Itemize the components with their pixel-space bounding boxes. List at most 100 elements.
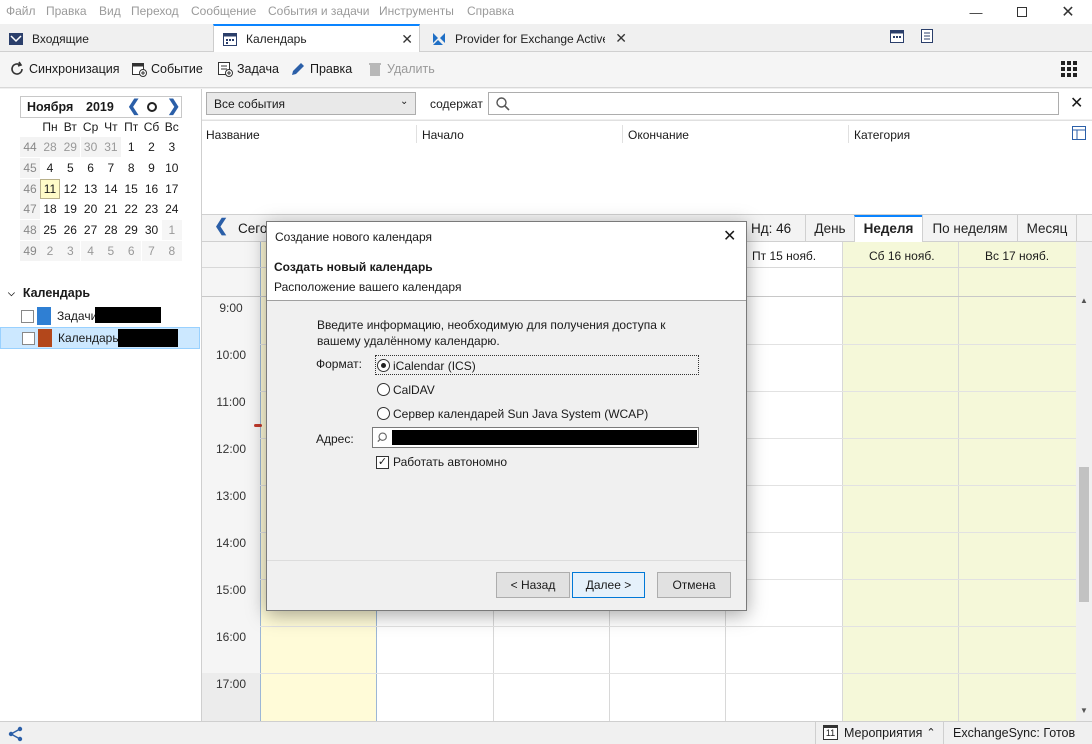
tab-multiweek-view[interactable]: По неделям xyxy=(922,215,1017,242)
mini-calendar-day[interactable]: 27 xyxy=(81,220,101,240)
mini-calendar-day[interactable]: 10 xyxy=(162,158,182,178)
calendar-checkbox[interactable] xyxy=(22,332,35,345)
new-task-button[interactable]: Задача xyxy=(217,61,279,77)
column-title[interactable]: Название xyxy=(206,128,260,142)
tab-close-icon[interactable]: ✕ xyxy=(401,31,413,48)
day-header[interactable]: Пт 15 нояб. xyxy=(752,249,816,263)
mini-calendar-day[interactable]: 30 xyxy=(80,137,101,157)
day-header[interactable]: Вс 17 нояб. xyxy=(985,249,1049,263)
mini-calendar-day[interactable]: 22 xyxy=(121,199,141,219)
filter-select[interactable]: Все события ⌄ xyxy=(206,92,416,115)
tab-week-view[interactable]: Неделя xyxy=(854,215,922,242)
day-header[interactable]: Сб 16 нояб. xyxy=(869,249,935,263)
mini-calendar-day[interactable]: 31 xyxy=(100,137,121,157)
mini-calendar-day[interactable]: 26 xyxy=(60,220,80,240)
menu-go[interactable]: Переход xyxy=(131,4,179,18)
maximize-button[interactable] xyxy=(999,0,1045,24)
menu-tools[interactable]: Инструменты xyxy=(379,4,454,18)
calendar-item-tasks[interactable]: Задачи xyxy=(0,305,200,327)
mini-calendar-day[interactable]: 2 xyxy=(40,241,60,261)
dialog-close-icon[interactable]: ✕ xyxy=(723,226,736,246)
mini-calendar-day[interactable]: 21 xyxy=(101,199,121,219)
column-picker-icon[interactable] xyxy=(1071,125,1087,141)
back-button[interactable]: < Назад xyxy=(496,572,570,598)
calendar-mode-button[interactable] xyxy=(889,28,905,47)
edit-button[interactable]: Правка xyxy=(290,61,352,77)
tab-day-view[interactable]: День xyxy=(805,215,854,242)
mini-calendar-day[interactable]: 7 xyxy=(101,158,121,178)
mini-calendar-day[interactable]: 3 xyxy=(162,137,182,157)
mini-calendar-year[interactable]: 2019 xyxy=(86,100,114,114)
new-event-button[interactable]: Событие xyxy=(131,61,203,77)
mini-calendar-day[interactable]: 29 xyxy=(60,137,81,157)
tab-month-view[interactable]: Месяц xyxy=(1017,215,1077,242)
format-option-wcap[interactable]: Сервер календарей Sun Java System (WCAP) xyxy=(375,403,675,423)
app-menu-button[interactable] xyxy=(1061,61,1077,80)
mini-calendar-day[interactable]: 1 xyxy=(161,220,182,241)
mini-calendar-day[interactable]: 14 xyxy=(101,179,121,199)
mini-calendar-day[interactable]: 16 xyxy=(142,179,162,199)
mini-calendar-day[interactable]: 25 xyxy=(40,220,60,240)
mini-calendar-day[interactable]: 28 xyxy=(101,220,121,240)
mini-calendar-day[interactable]: 11 xyxy=(40,178,60,199)
events-today-toggle[interactable]: 11 Мероприятия ⌃ xyxy=(823,725,936,740)
mini-calendar-day[interactable]: 3 xyxy=(60,241,81,261)
menu-message[interactable]: Сообщение xyxy=(191,4,256,18)
column-end[interactable]: Окончание xyxy=(628,128,689,142)
mini-calendar-day[interactable]: 9 xyxy=(142,158,162,178)
grid-scrollbar[interactable]: ▲ ▼ xyxy=(1076,242,1092,721)
mini-calendar-day[interactable]: 17 xyxy=(162,179,182,199)
mini-calendar-day[interactable]: 8 xyxy=(121,158,141,178)
address-input[interactable] xyxy=(372,427,699,448)
mini-calendar-month[interactable]: Ноября xyxy=(27,100,73,114)
sync-button[interactable]: Синхронизация xyxy=(9,61,120,77)
mini-calendar-day[interactable]: 8 xyxy=(161,241,182,261)
radio-ics[interactable] xyxy=(377,359,390,372)
menu-events-tasks[interactable]: События и задачи xyxy=(268,4,369,18)
column-start[interactable]: Начало xyxy=(422,128,464,142)
radio-wcap[interactable] xyxy=(377,407,390,420)
menu-edit[interactable]: Правка xyxy=(46,4,87,18)
mini-calendar-day[interactable]: 4 xyxy=(80,241,101,261)
prev-period-icon[interactable]: ❮ xyxy=(214,216,228,236)
calendar-list-header[interactable]: ⌵ Календарь xyxy=(8,286,90,300)
tasks-mode-button[interactable] xyxy=(919,28,935,47)
scroll-thumb[interactable] xyxy=(1079,467,1089,602)
tab-inbox[interactable]: Входящие xyxy=(0,25,212,52)
menu-view[interactable]: Вид xyxy=(99,4,121,18)
offline-checkbox-row[interactable]: ✓ Работать автономно xyxy=(376,455,507,469)
day-column-sat[interactable] xyxy=(842,242,958,721)
mini-calendar-day[interactable]: 6 xyxy=(81,158,101,178)
scroll-down-icon[interactable]: ▼ xyxy=(1080,706,1088,715)
prev-month-icon[interactable]: ❮ xyxy=(127,96,140,116)
share-icon[interactable] xyxy=(8,726,24,742)
column-category[interactable]: Категория xyxy=(854,128,910,142)
search-input[interactable] xyxy=(488,92,1059,115)
calendar-checkbox[interactable] xyxy=(21,310,34,323)
scroll-up-icon[interactable]: ▲ xyxy=(1080,296,1088,305)
tab-calendar[interactable]: Календарь ✕ xyxy=(213,24,420,52)
mini-calendar-day[interactable]: 12 xyxy=(60,179,80,199)
mini-calendar-day[interactable]: 5 xyxy=(60,158,80,178)
mini-calendar-day[interactable]: 23 xyxy=(142,199,162,219)
format-option-ics[interactable]: iCalendar (ICS) xyxy=(375,355,699,375)
mini-calendar-day[interactable]: 18 xyxy=(40,199,60,219)
cancel-button[interactable]: Отмена xyxy=(657,572,731,598)
mini-calendar-day[interactable]: 13 xyxy=(81,179,101,199)
tab-provider-exchange[interactable]: Provider for Exchange ActiveSync ✕ xyxy=(423,25,633,52)
day-column-sun[interactable] xyxy=(958,242,1076,721)
clear-filter-icon[interactable]: ✕ xyxy=(1070,93,1083,113)
mini-calendar-day[interactable]: 4 xyxy=(40,158,60,178)
mini-calendar-day[interactable]: 28 xyxy=(40,137,60,157)
mini-calendar-day[interactable]: 19 xyxy=(60,199,80,219)
calendar-item-calendar[interactable]: Календарь xyxy=(0,327,200,349)
tab-close-icon[interactable]: ✕ xyxy=(615,30,627,47)
mini-calendar-day[interactable]: 20 xyxy=(81,199,101,219)
radio-caldav[interactable] xyxy=(377,383,390,396)
format-option-caldav[interactable]: CalDAV xyxy=(375,379,575,399)
mini-calendar-day[interactable]: 1 xyxy=(121,137,141,157)
menu-help[interactable]: Справка xyxy=(467,4,514,18)
mini-calendar-day[interactable]: 2 xyxy=(142,137,162,157)
next-button[interactable]: Далее > xyxy=(572,572,645,598)
offline-checkbox[interactable]: ✓ xyxy=(376,455,389,469)
